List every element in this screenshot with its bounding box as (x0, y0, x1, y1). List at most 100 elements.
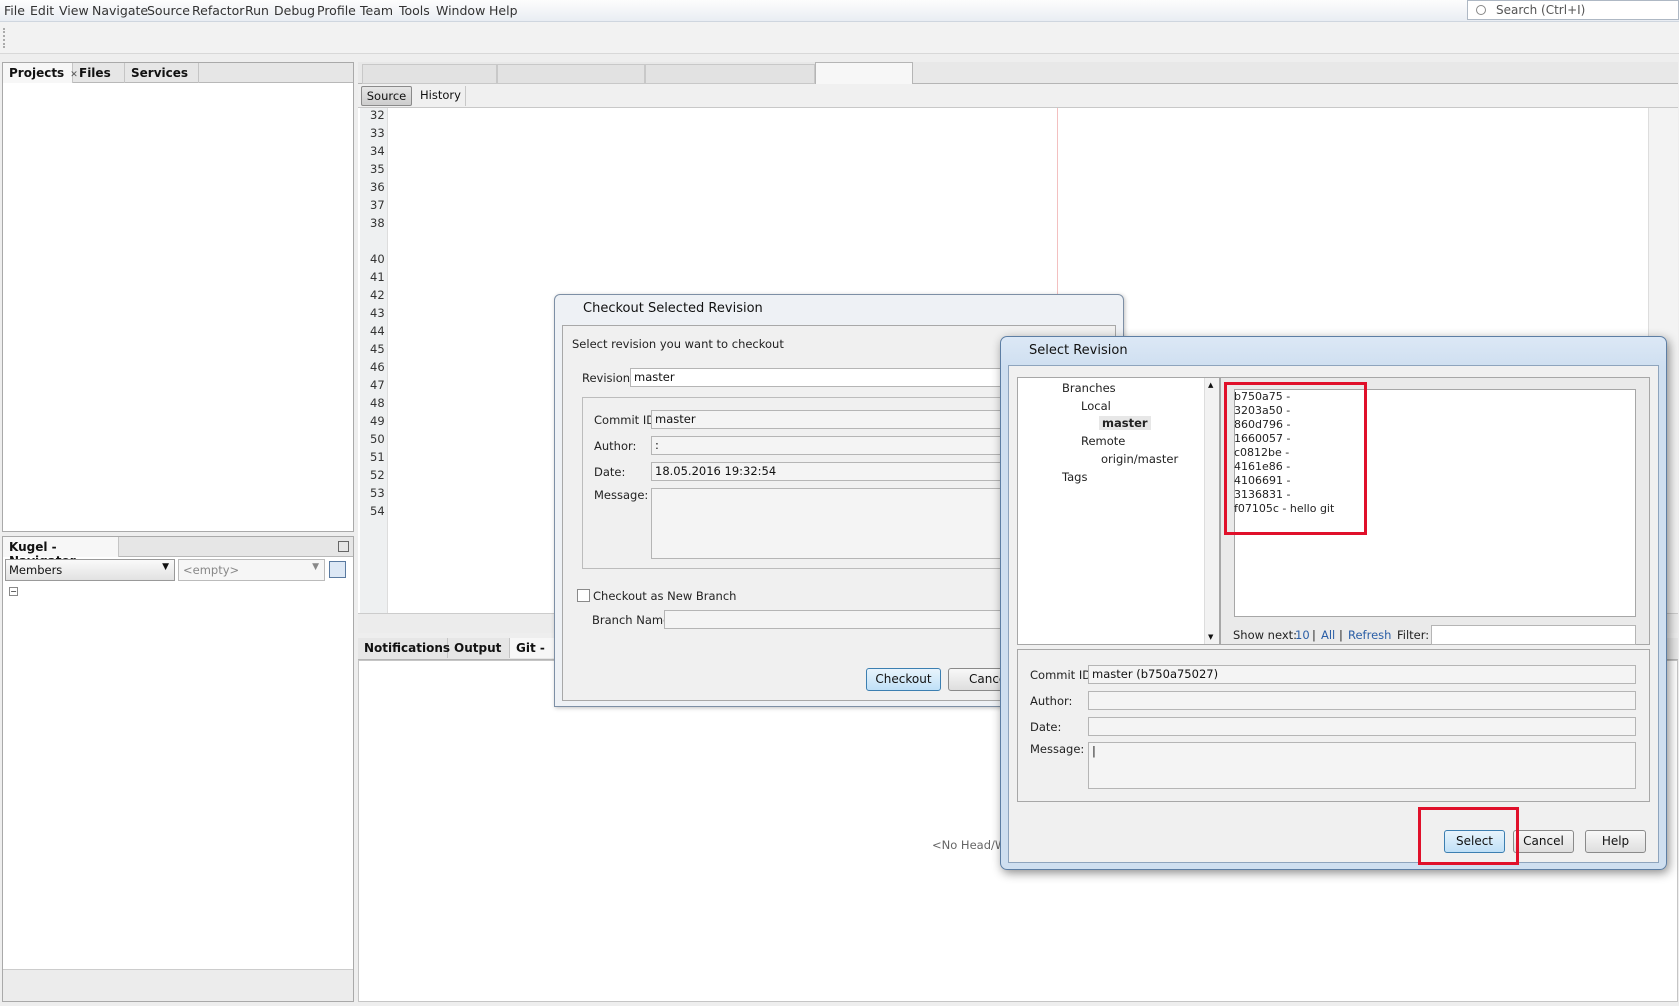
navigator-panel: Kugel - Navigator✕ Members ▼ <empty> ▼ − (2, 536, 354, 1002)
line-number: 42 (370, 288, 385, 302)
menu-help[interactable]: Help (489, 3, 518, 18)
line-number: 40 (370, 252, 385, 266)
author-label: Author: (594, 439, 637, 453)
author-label: Author: (1030, 694, 1073, 708)
tab-services[interactable]: Services (125, 63, 199, 83)
projects-tabbar: Projects ✕ Files Services (3, 63, 353, 83)
checkout-instruction: Select revision you want to checkout (572, 337, 784, 351)
tree-tags[interactable]: Tags (1062, 470, 1087, 484)
line-number-gutter: 32 33 34 35 36 37 38 40 41 42 43 44 45 46 47 48 49 50 51 52… (360, 108, 388, 613)
date-field (1088, 717, 1636, 736)
tree-remote[interactable]: Remote (1081, 434, 1125, 448)
author-field (1088, 691, 1636, 710)
new-branch-checkbox[interactable] (577, 589, 590, 602)
line-number: 50 (370, 432, 385, 446)
menu-edit[interactable]: Edit (30, 3, 54, 18)
scroll-down-icon[interactable]: ▼ (1208, 633, 1213, 641)
commit-id-label: Commit ID: (594, 413, 659, 427)
search-placeholder: Search (Ctrl+I) (1496, 3, 1586, 17)
chevron-down-icon: ▼ (162, 562, 169, 572)
line-number: 45 (370, 342, 385, 356)
editor-file-tabbar (358, 62, 1678, 85)
minimize-icon[interactable] (338, 541, 349, 552)
tree-master[interactable]: master (1099, 416, 1151, 430)
menu-debug[interactable]: Debug (274, 3, 315, 18)
projects-panel: Projects ✕ Files Services (2, 62, 354, 532)
menu-source[interactable]: Source (147, 3, 190, 18)
select-button-highlight (1418, 807, 1519, 865)
menu-file[interactable]: File (4, 3, 25, 18)
show-all-link[interactable]: All (1321, 628, 1335, 642)
toolbar-grip-icon[interactable] (3, 28, 6, 48)
tab-source[interactable]: Source (361, 86, 412, 106)
menu-refactor[interactable]: Refactor (192, 3, 244, 18)
menu-team[interactable]: Team (360, 3, 393, 18)
tree-scrollbar[interactable]: ▲ ▼ (1204, 378, 1219, 644)
line-number: 53 (370, 486, 385, 500)
tab-files[interactable]: Files (73, 63, 125, 83)
tree-local[interactable]: Local (1081, 399, 1111, 413)
editor-file-tab[interactable] (645, 64, 815, 84)
menu-bar: File Edit View Navigate Source Refactor … (0, 0, 1679, 22)
editor-file-tab-active[interactable] (815, 62, 913, 85)
tab-services-label: Services (131, 66, 189, 80)
date-label: Date: (1030, 720, 1062, 734)
line-number: 36 (370, 180, 385, 194)
collapse-icon[interactable]: − (9, 587, 18, 596)
tree-branches[interactable]: Branches (1062, 381, 1116, 395)
chevron-down-icon: ▼ (312, 562, 319, 572)
members-select[interactable]: Members ▼ (5, 559, 175, 581)
tab-output[interactable]: Output (448, 638, 510, 658)
line-number: 44 (370, 324, 385, 338)
new-branch-label: Checkout as New Branch (593, 589, 737, 603)
menu-window[interactable]: Window (436, 3, 485, 18)
line-number: 51 (370, 450, 385, 464)
separator: | (1339, 628, 1343, 642)
line-number: 52 (370, 468, 385, 482)
editor-view-tabbar: Source History (358, 84, 1678, 108)
message-label: Message: (594, 488, 649, 502)
toolbar (0, 22, 1679, 54)
checkout-button[interactable]: Checkout (866, 668, 941, 691)
commit-list-highlight (1224, 382, 1367, 535)
refresh-link[interactable]: Refresh (1348, 628, 1391, 642)
tab-projects[interactable]: Projects ✕ (3, 63, 78, 83)
line-number: 38 (370, 216, 385, 230)
filter-select-value: <empty> (183, 563, 240, 577)
line-number: 46 (370, 360, 385, 374)
checkout-dialog-title: Checkout Selected Revision (583, 301, 763, 316)
search-icon (1476, 5, 1486, 15)
navigator-options-icon[interactable] (329, 561, 346, 578)
line-number: 32 (370, 108, 385, 122)
line-number: 34 (370, 144, 385, 158)
filter-label: Filter: (1397, 628, 1430, 642)
menu-navigate[interactable]: Navigate (92, 3, 148, 18)
editor-file-tab[interactable] (497, 64, 645, 84)
show-next-10-link[interactable]: 10 (1295, 628, 1310, 642)
tab-navigator[interactable]: Kugel - Navigator✕ (3, 537, 119, 568)
members-select-value: Members (9, 563, 63, 577)
branch-name-label: Branch Name: (592, 613, 675, 627)
commit-id-label: Commit ID: (1030, 668, 1095, 682)
search-input[interactable]: Search (Ctrl+I) (1467, 0, 1679, 20)
scroll-up-icon[interactable]: ▲ (1208, 381, 1213, 389)
separator: | (1312, 628, 1316, 642)
line-number: 33 (370, 126, 385, 140)
filter-input[interactable] (1431, 625, 1636, 645)
help-button[interactable]: Help (1585, 830, 1646, 853)
menu-view[interactable]: View (59, 3, 89, 18)
menu-tools[interactable]: Tools (399, 3, 430, 18)
tree-origin-master[interactable]: origin/master (1101, 452, 1178, 466)
menu-profile[interactable]: Profile (317, 3, 356, 18)
show-next-label: Show next: (1233, 628, 1298, 642)
tab-history[interactable]: History (416, 86, 466, 106)
line-number: 54 (370, 504, 385, 518)
menu-run[interactable]: Run (245, 3, 269, 18)
date-label: Date: (594, 465, 626, 479)
cancel-button[interactable]: Cancel (1513, 830, 1574, 853)
line-number: 37 (370, 198, 385, 212)
editor-file-tab[interactable] (362, 64, 497, 84)
filter-select[interactable]: <empty> ▼ (178, 559, 325, 581)
tab-notifications[interactable]: Notifications (358, 638, 450, 658)
select-revision-dialog: Select Revision Branches Local master Re… (1000, 336, 1667, 870)
